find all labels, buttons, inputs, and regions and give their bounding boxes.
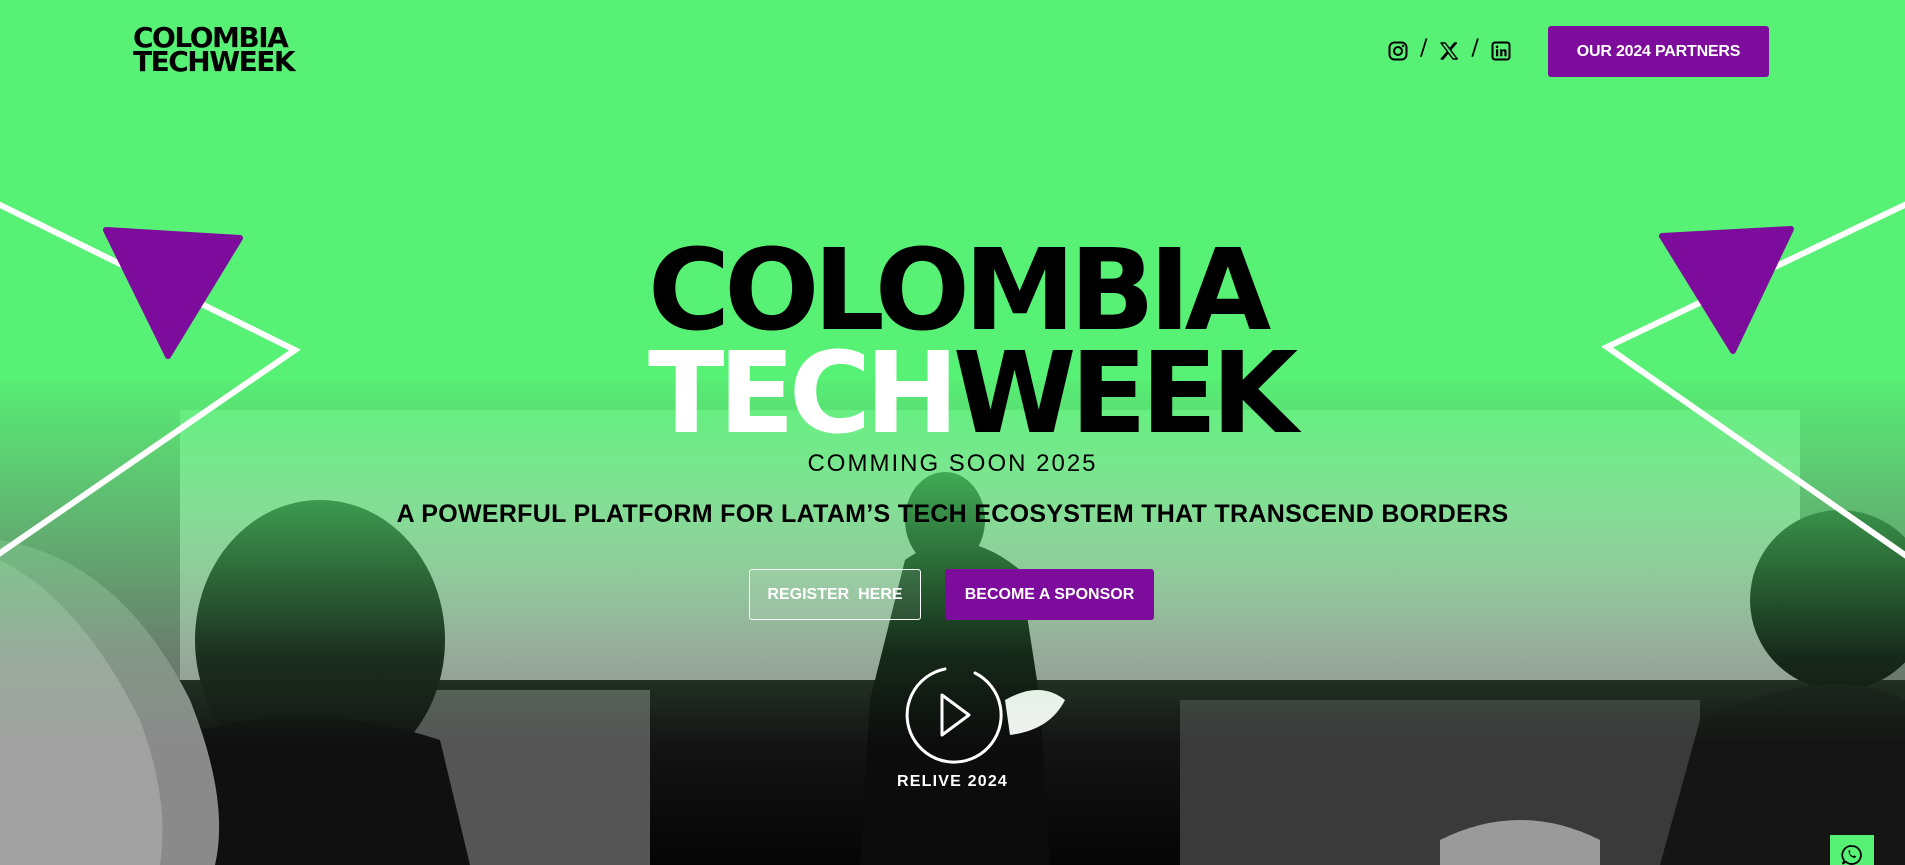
- hero-section: COLOMBIA TECHWEEK / / OUR 2024 PARTNERS …: [0, 0, 1905, 865]
- register-button[interactable]: REGISTER HERE: [749, 569, 921, 620]
- become-sponsor-button[interactable]: BECOME A SPONSOR: [945, 569, 1154, 620]
- hero-cta-buttons: REGISTER HERE BECOME A SPONSOR: [749, 569, 1154, 620]
- logo-line-techweek: TECHWEEK: [133, 45, 296, 79]
- social-links: / /: [1386, 36, 1513, 63]
- hero-logo-colombia: COLOMBIA: [648, 226, 1271, 356]
- social-separator: /: [1420, 36, 1428, 61]
- site-logo[interactable]: COLOMBIA TECHWEEK: [133, 23, 296, 79]
- whatsapp-icon[interactable]: [1830, 835, 1874, 865]
- hero-logo-tech: TECH: [648, 329, 959, 460]
- hero-tagline: A POWERFUL PLATFORM FOR LATAM’S TECH ECO…: [396, 500, 1509, 528]
- hero-logo-techweek: TECHWEEK: [648, 338, 1298, 450]
- instagram-icon[interactable]: [1386, 39, 1410, 63]
- coming-soon-text: COMMING SOON 2025: [807, 450, 1098, 477]
- hero-logo-week: WEEK: [952, 329, 1298, 460]
- our-partners-button[interactable]: OUR 2024 PARTNERS: [1548, 26, 1769, 77]
- linkedin-icon[interactable]: [1489, 39, 1513, 63]
- play-circle-icon[interactable]: [901, 664, 1003, 766]
- hero-logo: COLOMBIA TECHWEEK: [648, 226, 1298, 450]
- relive-label: RELIVE 2024: [896, 773, 1009, 790]
- social-separator: /: [1471, 36, 1479, 61]
- x-twitter-icon[interactable]: [1437, 39, 1461, 63]
